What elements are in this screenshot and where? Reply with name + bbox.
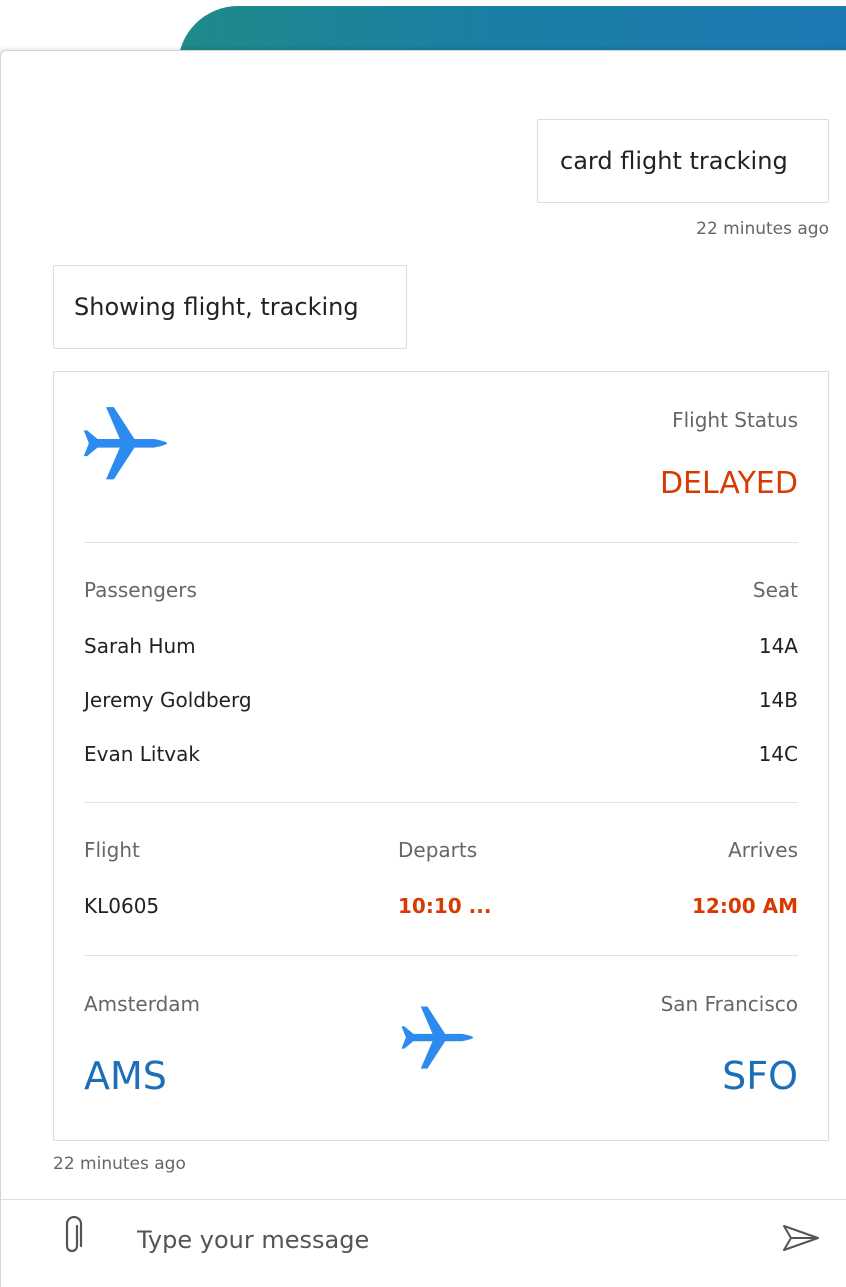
message-input[interactable] — [135, 1221, 699, 1259]
departs-header: Departs — [398, 838, 478, 862]
bot-message-timestamp: 22 minutes ago — [53, 1154, 186, 1174]
passenger-seat: 14C — [758, 742, 798, 766]
paperclip-icon[interactable] — [61, 1216, 85, 1256]
composer-divider — [1, 1199, 846, 1200]
airplane-icon — [83, 407, 168, 480]
passengers-header: Passengers — [84, 578, 197, 602]
divider — [84, 542, 798, 543]
user-message-bubble: card flight tracking — [537, 119, 829, 203]
chat-panel: card flight tracking 22 minutes ago Show… — [0, 50, 846, 1287]
send-icon[interactable] — [781, 1223, 821, 1253]
user-message-timestamp: 22 minutes ago — [696, 219, 829, 239]
passenger-name: Jeremy Goldberg — [84, 688, 252, 712]
flight-tracking-card[interactable]: Flight Status DELAYED Passengers Seat Sa… — [53, 371, 829, 1141]
divider — [84, 955, 798, 956]
flight-number: KL0605 — [84, 894, 160, 918]
arrival-time: 12:00 AM — [691, 894, 798, 918]
route-airplane-icon — [401, 1006, 474, 1069]
destination-city: San Francisco — [660, 992, 798, 1016]
departure-time: 10:10 ... — [398, 894, 492, 918]
passenger-seat: 14B — [758, 688, 798, 712]
user-message-text: card flight tracking — [560, 147, 788, 175]
destination-airport-code: SFO — [722, 1054, 798, 1098]
flight-status-label: Flight Status — [672, 408, 798, 432]
bot-message-bubble: Showing flight, tracking — [53, 265, 407, 349]
seat-header: Seat — [752, 578, 798, 602]
flight-header: Flight — [84, 838, 140, 862]
arrives-header: Arrives — [728, 838, 798, 862]
passenger-name: Sarah Hum — [84, 634, 196, 658]
divider — [84, 802, 798, 803]
origin-city: Amsterdam — [84, 992, 201, 1016]
passenger-seat: 14A — [758, 634, 798, 658]
flight-status-value: DELAYED — [659, 466, 798, 501]
bot-message-text: Showing flight, tracking — [74, 293, 359, 321]
passenger-name: Evan Litvak — [84, 742, 200, 766]
origin-airport-code: AMS — [84, 1054, 167, 1098]
